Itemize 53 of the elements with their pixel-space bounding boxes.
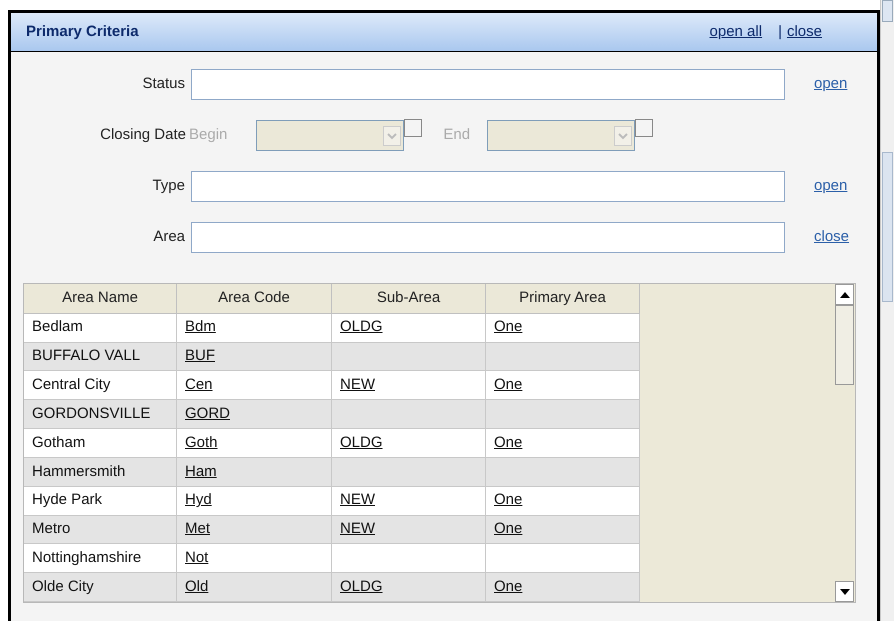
field-link[interactable]: open bbox=[814, 73, 848, 96]
page-scrollbar[interactable] bbox=[880, 0, 894, 621]
cell-link[interactable]: One bbox=[494, 576, 522, 598]
column-header[interactable]: Area Name bbox=[24, 284, 177, 314]
input-field[interactable] bbox=[191, 222, 785, 253]
cell-link[interactable]: NEW bbox=[340, 374, 375, 397]
input-field[interactable] bbox=[191, 69, 785, 100]
cell-link[interactable]: Goth bbox=[185, 432, 218, 454]
link-separator: | bbox=[778, 22, 782, 42]
cell-link[interactable]: NEW bbox=[340, 518, 375, 541]
field-label: Type bbox=[151, 176, 186, 196]
scroll-thumb[interactable] bbox=[835, 305, 854, 385]
cell-link[interactable]: One bbox=[494, 432, 522, 454]
cell-link[interactable]: OLDG bbox=[340, 576, 383, 598]
cell-link[interactable]: OLDG bbox=[340, 316, 383, 339]
column-header[interactable]: Area Code bbox=[177, 284, 332, 314]
panel-title: Primary Criteria bbox=[26, 22, 139, 42]
cell-link[interactable]: Hyd bbox=[185, 489, 212, 512]
cell-link[interactable]: OLDG bbox=[340, 432, 383, 454]
field-label: Area bbox=[152, 227, 186, 248]
cell-link[interactable]: Not bbox=[185, 546, 208, 570]
cell-link[interactable]: Met bbox=[185, 518, 210, 541]
date-label: Begin bbox=[189, 125, 228, 146]
grid-scrollbar[interactable] bbox=[834, 284, 855, 602]
cell-link[interactable]: GORD bbox=[185, 402, 230, 426]
date-label: End bbox=[443, 125, 470, 146]
down-arrow-icon bbox=[840, 588, 850, 594]
cell-link[interactable]: One bbox=[494, 489, 522, 512]
column-header[interactable]: Primary Area bbox=[486, 284, 640, 314]
scroll-thumb[interactable] bbox=[882, 152, 893, 302]
cell-link[interactable]: Old bbox=[185, 576, 208, 598]
field-link[interactable]: open bbox=[814, 175, 848, 198]
header-link[interactable]: close bbox=[786, 20, 822, 44]
cell-link[interactable]: One bbox=[494, 316, 522, 339]
cell-link[interactable]: One bbox=[494, 518, 522, 541]
cell-link[interactable]: NEW bbox=[340, 489, 375, 512]
field-label: Closing Date bbox=[99, 125, 187, 146]
table-cell: Olde City bbox=[24, 573, 177, 602]
up-arrow-icon bbox=[840, 292, 850, 298]
chevron-down-icon bbox=[383, 126, 402, 146]
cell-link[interactable]: One bbox=[494, 374, 522, 397]
field-link[interactable]: close bbox=[814, 226, 850, 249]
cell-link[interactable]: Ham bbox=[185, 460, 217, 484]
cell-link[interactable]: Cen bbox=[185, 374, 213, 397]
cell-link[interactable]: Bdm bbox=[185, 316, 216, 339]
cell-link[interactable]: BUF bbox=[185, 345, 215, 368]
scroll-up-button[interactable] bbox=[835, 284, 854, 305]
chevron-down-icon bbox=[614, 126, 632, 146]
scroll-down-button[interactable] bbox=[835, 581, 854, 602]
input-field[interactable] bbox=[191, 171, 785, 202]
header-link[interactable]: open all bbox=[710, 20, 762, 44]
field-label: Status bbox=[141, 74, 186, 94]
column-header[interactable]: Sub-Area bbox=[332, 284, 486, 314]
